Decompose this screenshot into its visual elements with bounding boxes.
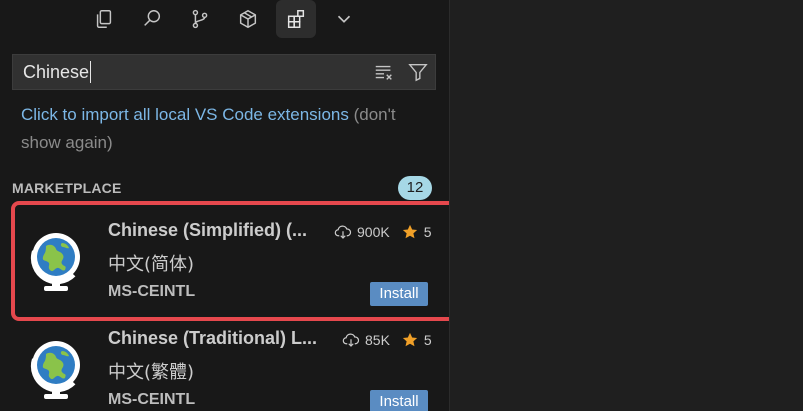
extension-name: Chinese (Traditional) L... [108,328,318,348]
activity-toolbar [84,0,372,38]
highlight-box [11,201,450,321]
filter-icon[interactable] [407,61,429,83]
marketplace-count-badge: 12 [398,176,432,200]
rating: 5 [423,332,432,348]
install-button[interactable]: Install [370,390,428,411]
import-extensions-link[interactable]: Click to import all local VS Code extens… [21,105,349,124]
marketplace-title: MARKETPLACE [12,180,122,196]
extensions-icon [287,10,305,28]
cube-icon [239,9,257,29]
search-icon [144,10,161,26]
more-views-button[interactable] [324,0,364,38]
extension-stats: 85K 5 [342,331,432,349]
extension-publisher: MS-CEINTL [108,391,196,408]
extension-search-box[interactable]: Chinese [12,54,436,90]
remote-button[interactable] [228,0,268,38]
copy-icon [96,10,112,28]
globe-icon [30,341,80,399]
star-icon [402,332,418,347]
clear-filter-icon[interactable] [373,61,395,83]
text-cursor [90,61,92,83]
explorer-button[interactable] [84,0,124,38]
extension-item[interactable]: Chinese (Traditional) L... 85K 5 中文(繁體) … [12,313,450,411]
source-control-button[interactable] [180,0,220,38]
extension-description: 中文(繁體) [108,362,195,383]
extensions-sidebar: Chinese Click to import all local VS Cod… [0,0,450,411]
search-actions [373,55,429,89]
download-count: 85K [365,332,390,348]
search-input-value: Chinese [23,62,90,82]
marketplace-section-header[interactable]: MARKETPLACE 12 [12,176,432,202]
search-input[interactable]: Chinese [23,55,92,89]
import-extensions-notice: Click to import all local VS Code extens… [21,101,431,157]
source-control-icon [192,9,208,29]
cloud-download-icon [342,333,360,347]
chevron-down-icon [337,15,351,23]
search-button[interactable] [132,0,172,38]
editor-area [450,0,803,411]
extensions-button[interactable] [276,0,316,38]
